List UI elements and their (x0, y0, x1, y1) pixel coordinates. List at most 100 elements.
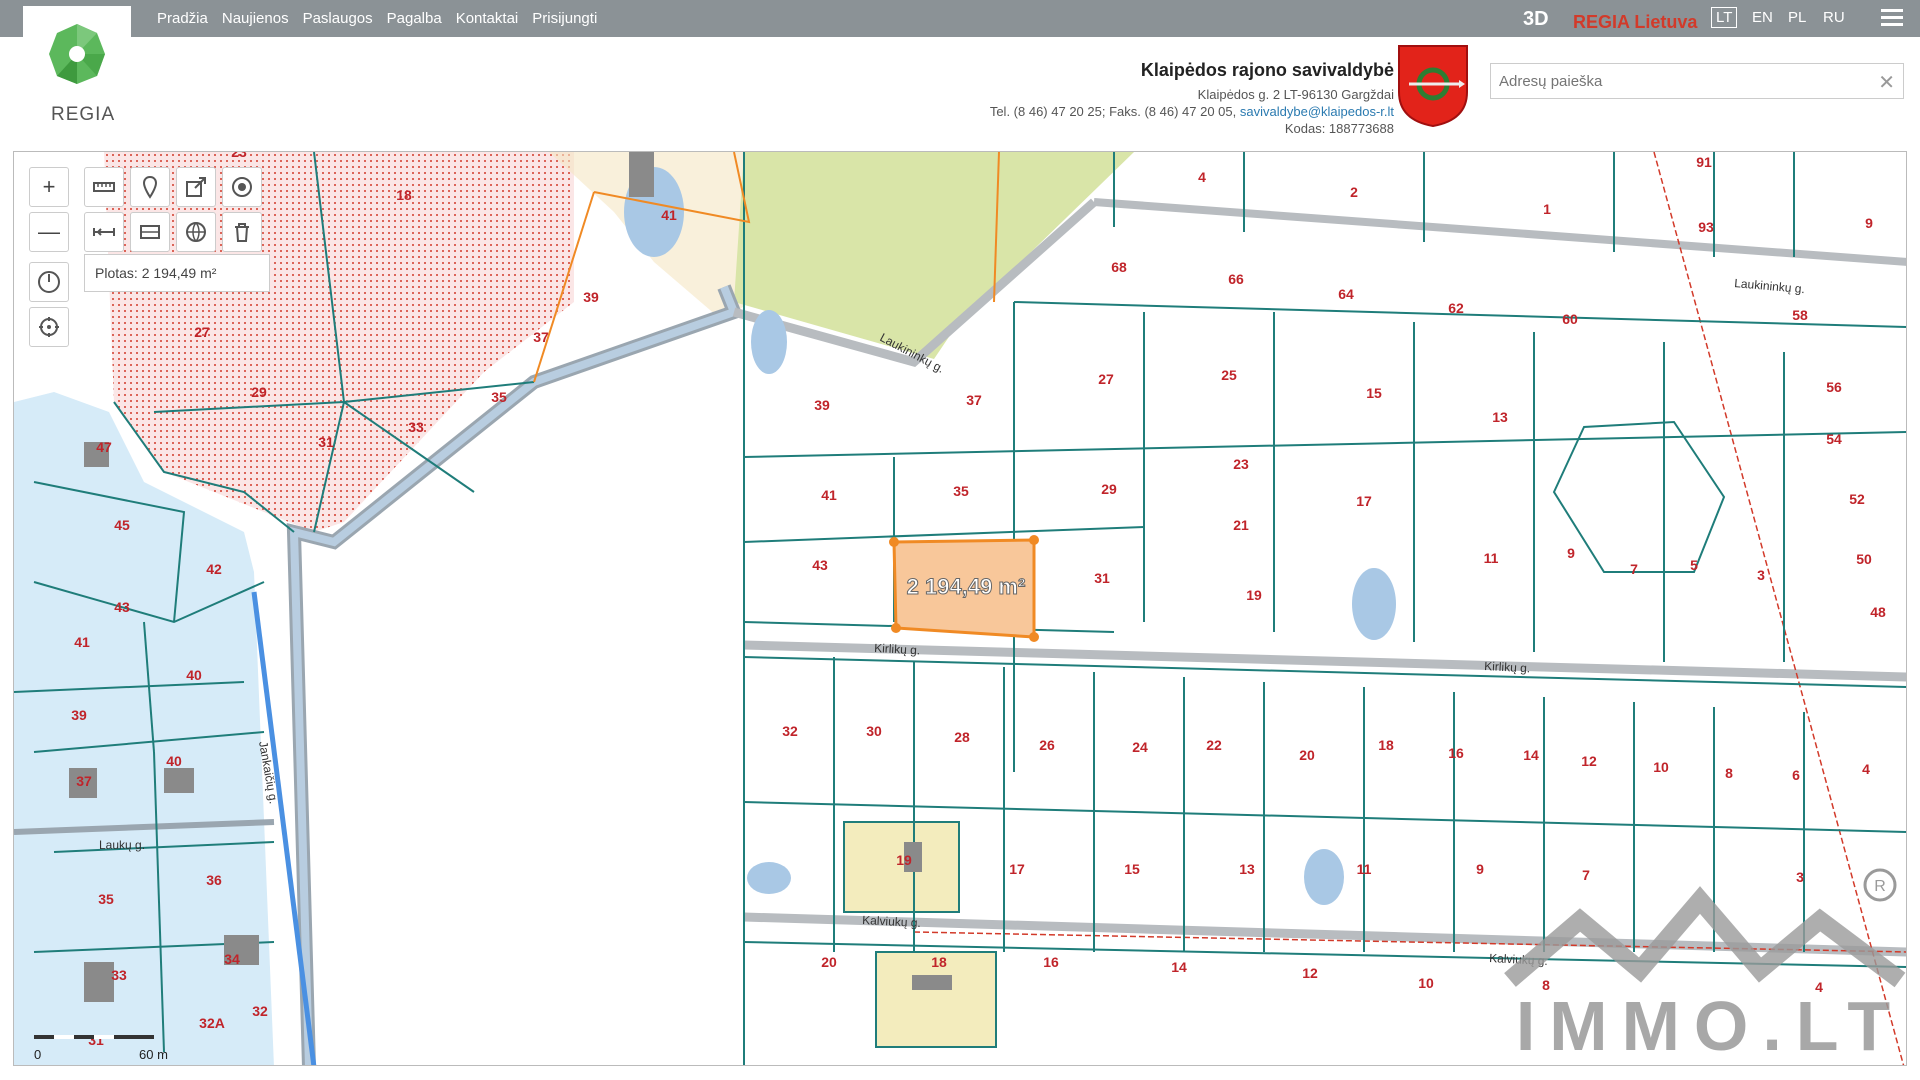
parcel-label: 43 (812, 557, 828, 573)
lang-en[interactable]: EN (1752, 9, 1773, 26)
map-viewport[interactable]: 23 18 41 39 37 35 33 31 29 27 47 45 43 4… (13, 151, 1907, 1066)
parcel-label: 14 (1171, 959, 1187, 975)
lang-ru[interactable]: RU (1823, 9, 1845, 26)
parcel-label: 21 (1233, 517, 1249, 533)
parcel-label: 18 (396, 187, 412, 203)
globe-icon[interactable] (176, 212, 216, 252)
municipality-address: Klaipėdos g. 2 LT-96130 Gargždai (1197, 87, 1394, 102)
history-icon[interactable] (29, 262, 69, 302)
street-label: Kalviukų g. (1489, 951, 1548, 968)
parcel-label: 39 (814, 397, 830, 413)
nav-pagalba[interactable]: Pagalba (387, 10, 442, 27)
nav-pradzia[interactable]: Pradžia (157, 10, 208, 27)
parcel-label: 18 (1378, 737, 1394, 753)
street-label: Kirlikų g. (1484, 659, 1531, 675)
parcel-label: 36 (206, 872, 222, 888)
parcel-label: 9 (1865, 215, 1873, 231)
parcel-label: 5 (1690, 557, 1698, 573)
parcel-label: 32 (782, 723, 798, 739)
parcel-label: 40 (166, 753, 182, 769)
parcel-label: 2 (1350, 184, 1358, 200)
share-icon[interactable] (176, 167, 216, 207)
parcel-label: 91 (1696, 154, 1712, 170)
target-icon[interactable] (222, 167, 262, 207)
parcel-label: 26 (1039, 737, 1055, 753)
clear-search-icon[interactable]: ✕ (1878, 70, 1895, 95)
parcel-label: 1 (1543, 201, 1551, 217)
parcel-label: 27 (1098, 371, 1114, 387)
search-input[interactable] (1491, 64, 1851, 98)
scale-start: 0 (34, 1047, 42, 1062)
parcel-label: 32A (199, 1015, 225, 1031)
main-nav: Pradžia Naujienos Paslaugos Pagalba Kont… (157, 10, 597, 27)
scale-end: 60 m (139, 1047, 168, 1062)
parcel-label: 11 (1357, 861, 1372, 877)
lang-lt[interactable]: LT (1711, 7, 1738, 28)
nav-prisijungti[interactable]: Prisijungti (532, 10, 597, 27)
area-info: Plotas: 2 194,49 m² (84, 254, 270, 292)
measure-distance-icon[interactable] (84, 167, 124, 207)
parcel-label: 4 (1815, 979, 1823, 995)
zoom-out-button[interactable]: — (29, 212, 69, 252)
address-search: ✕ (1490, 63, 1904, 99)
cadastral-map[interactable]: 23 18 41 39 37 35 33 31 29 27 47 45 43 4… (14, 152, 1907, 1066)
parcel-label: 16 (1043, 954, 1059, 970)
municipality-info: Klaipėdos rajono savivaldybė Klaipėdos g… (990, 60, 1394, 137)
3d-button[interactable]: 3D (1523, 8, 1549, 31)
parcel-label: 17 (1009, 861, 1025, 877)
parcel-label: 34 (224, 951, 240, 967)
parcel-label: 31 (1094, 570, 1110, 586)
regia-logo[interactable]: REGIA (23, 6, 131, 132)
parcel-label: 30 (866, 723, 882, 739)
parcel-label: 33 (408, 419, 424, 435)
trash-icon[interactable] (222, 212, 262, 252)
parcel-label: 11 (1484, 550, 1499, 566)
locate-icon[interactable] (29, 307, 69, 347)
parcel-label: 23 (231, 152, 247, 160)
parcel-label: 9 (1476, 861, 1484, 877)
parcel-label: 15 (1124, 861, 1140, 877)
parcel-label: 58 (1792, 307, 1808, 323)
parcel-label: 7 (1630, 561, 1638, 577)
parcel-label: 15 (1366, 385, 1382, 401)
parcel-label: 42 (206, 561, 222, 577)
street-label: Kirlikų g. (874, 641, 921, 657)
parcel-label: 39 (71, 707, 87, 723)
logo-text: REGIA (51, 104, 116, 125)
parcel-label: 35 (491, 389, 507, 405)
parcel-label: 66 (1228, 271, 1244, 287)
parcel-label: 40 (186, 667, 202, 683)
nav-naujienos[interactable]: Naujienos (222, 10, 289, 27)
parcel-label: 20 (1299, 747, 1315, 763)
parcel-label: 60 (1562, 311, 1578, 327)
parcel-label: 37 (76, 773, 92, 789)
measure-area-icon[interactable] (130, 212, 170, 252)
municipality-name: Klaipėdos rajono savivaldybė (1140, 60, 1394, 80)
parcel-label: 20 (821, 954, 837, 970)
email-link[interactable]: savivaldybe@klaipedos-r.lt (1240, 104, 1394, 119)
street-label: Laukininkų g. (1734, 276, 1806, 296)
parcel-label: 10 (1418, 975, 1434, 991)
scale-bar (34, 1035, 154, 1039)
parcel-label: 50 (1856, 551, 1872, 567)
parcel-label: 10 (1653, 759, 1669, 775)
lang-pl[interactable]: PL (1788, 9, 1806, 26)
parcel-label: 3 (1757, 567, 1765, 583)
parcel-label: 8 (1542, 977, 1550, 993)
parcel-label: 56 (1826, 379, 1842, 395)
parcel-label: 41 (821, 487, 837, 503)
pin-icon[interactable] (130, 167, 170, 207)
parcel-label: 43 (114, 599, 130, 615)
municipality-code: Kodas: 188773688 (1284, 121, 1394, 136)
nav-paslaugos[interactable]: Paslaugos (303, 10, 373, 27)
menu-icon[interactable] (1881, 9, 1903, 27)
parcel-label: 93 (1698, 219, 1714, 235)
measure-line-icon[interactable] (84, 212, 124, 252)
nav-kontaktai[interactable]: Kontaktai (456, 10, 519, 27)
contact-phones: Tel. (8 46) 47 20 25; Faks. (8 46) 47 20… (989, 104, 1237, 119)
parcel-label: 35 (98, 891, 114, 907)
parcel-label: 19 (896, 852, 912, 868)
parcel-label: 22 (1206, 737, 1222, 753)
zoom-in-button[interactable]: + (29, 167, 69, 207)
regia-country[interactable]: REGIA Lietuva (1573, 12, 1697, 33)
